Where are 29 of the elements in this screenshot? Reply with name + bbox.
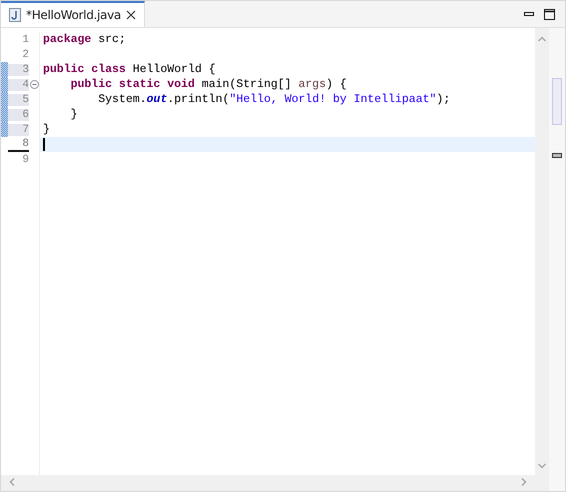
line-number: 8	[8, 138, 29, 152]
minimize-icon[interactable]	[524, 12, 534, 16]
code-line: public static void main(String[] args) {	[70, 78, 347, 91]
scroll-right-icon[interactable]	[521, 478, 527, 486]
scroll-left-icon[interactable]	[9, 478, 15, 486]
line-number: 3	[8, 64, 29, 76]
close-icon[interactable]	[126, 10, 136, 20]
line-number: 7	[8, 124, 29, 136]
line-number: 6	[8, 108, 29, 120]
java-file-icon	[9, 8, 21, 22]
line-number: 4	[8, 78, 29, 90]
line-number: 5	[8, 94, 29, 106]
code-line: }	[43, 123, 50, 136]
scroll-up-icon[interactable]	[538, 36, 546, 42]
code-line: package src;	[43, 33, 126, 46]
maximize-icon[interactable]	[544, 8, 555, 20]
scroll-down-icon[interactable]	[538, 463, 546, 469]
editor-tab[interactable]: *HelloWorld.java	[1, 1, 145, 27]
code-line: public class HelloWorld {	[43, 63, 216, 76]
line-number: 2	[21, 48, 29, 60]
line-number: 1	[21, 34, 29, 46]
code-line: System.out.println("Hello, World! by Intellipaat");	[97, 93, 450, 106]
collapse-icon[interactable]	[30, 80, 39, 89]
code-line: }	[70, 108, 78, 121]
tab-label: *HelloWorld.java	[26, 8, 121, 22]
cursor-marker	[552, 153, 562, 158]
overview-thumb[interactable]	[552, 78, 562, 125]
line-number: 9	[21, 154, 29, 166]
text-cursor	[43, 138, 45, 151]
